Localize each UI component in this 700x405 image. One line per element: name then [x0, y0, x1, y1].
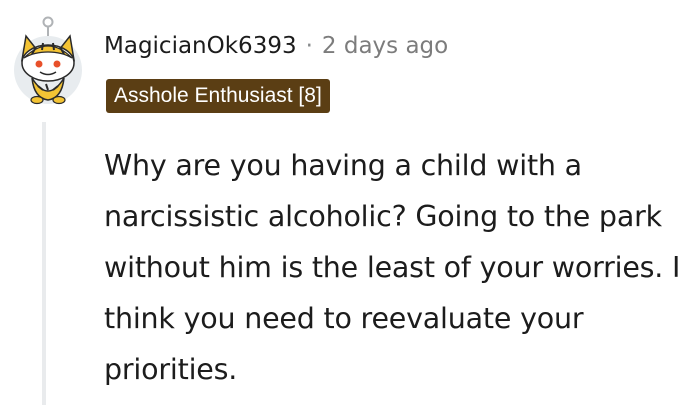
user-flair-badge: Asshole Enthusiast [8]: [106, 79, 330, 113]
user-avatar-icon[interactable]: [12, 14, 84, 106]
comment: MagicianOk6393 · 2 days ago Asshole Enth…: [0, 0, 700, 405]
thread-collapse-line[interactable]: [42, 122, 46, 405]
comment-timestamp[interactable]: 2 days ago: [322, 33, 448, 59]
comment-author-link[interactable]: MagicianOk6393: [104, 33, 297, 59]
comment-meta: MagicianOk6393 · 2 days ago: [104, 30, 448, 62]
comment-body-text: Why are you having a child with a narcis…: [104, 149, 681, 386]
meta-separator: ·: [305, 33, 313, 59]
